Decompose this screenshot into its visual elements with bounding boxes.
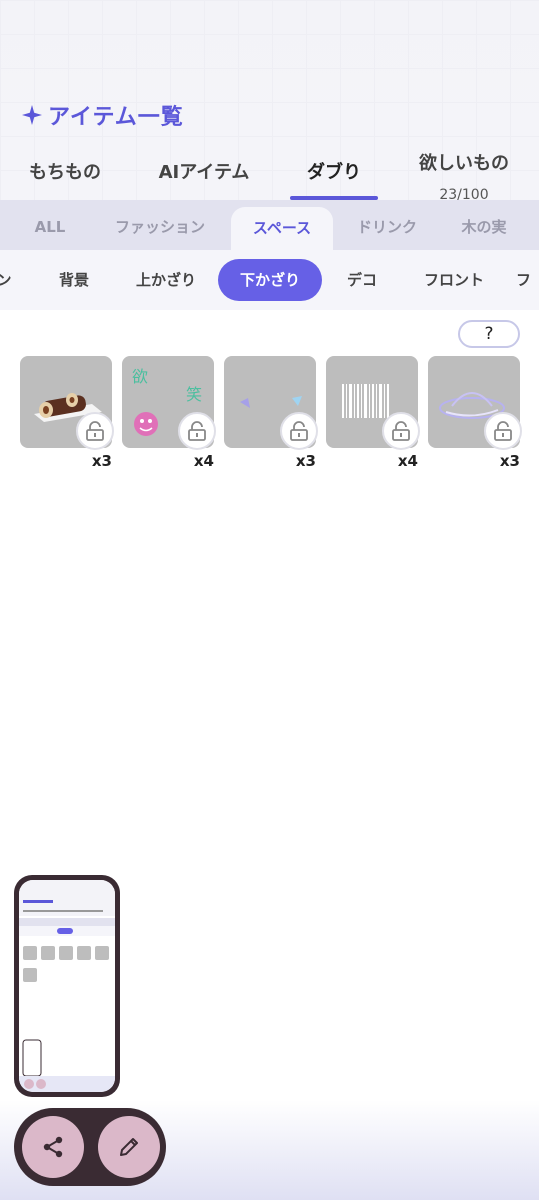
unlock-icon[interactable] — [382, 412, 420, 450]
sparkle-icon — [22, 105, 42, 125]
category-fashion[interactable]: ファッション — [100, 200, 220, 250]
tab-label: AIアイテム — [158, 162, 250, 183]
floating-action-bar — [14, 1108, 166, 1186]
tab-duplicates[interactable]: ダブり — [290, 140, 378, 200]
item-card[interactable]: x3 — [20, 356, 114, 470]
item-count: x4 — [193, 452, 214, 470]
subcategory-deco[interactable]: デコ — [332, 259, 392, 301]
unlock-icon[interactable] — [178, 412, 216, 450]
subcategory-bottom-decor[interactable]: 下かざり — [218, 259, 322, 301]
help-button[interactable]: ? — [458, 320, 520, 348]
category-space[interactable]: スペース — [231, 207, 333, 250]
category-drink[interactable]: ドリンク — [340, 200, 434, 250]
tab-mochimono[interactable]: もちもの — [14, 140, 116, 200]
unlock-icon[interactable] — [484, 412, 522, 450]
unlock-icon[interactable] — [76, 412, 114, 450]
tab-label: ダブり — [307, 162, 361, 183]
item-count: x3 — [91, 452, 112, 470]
subcategory-front[interactable]: フロント — [408, 259, 500, 301]
subcategory-top-decor[interactable]: 上かざり — [122, 259, 210, 301]
subcategory-partial-left[interactable]: ン — [0, 259, 16, 301]
svg-text:笑: 笑 — [186, 385, 202, 404]
item-count: x4 — [397, 452, 418, 470]
edit-button[interactable] — [98, 1116, 160, 1178]
tab-label: もちもの — [29, 162, 101, 183]
item-card[interactable]: 欲 笑 x4 — [122, 356, 216, 470]
item-count: x3 — [499, 452, 520, 470]
subcategory-tabs: ン 背景 上かざり 下かざり デコ フロント フ — [0, 250, 539, 310]
share-icon — [43, 1136, 63, 1158]
item-count: x3 — [295, 452, 316, 470]
preview-miniature — [19, 880, 115, 1092]
tab-wishlist[interactable]: 欲しいもの 23/100 — [405, 140, 523, 203]
main-tabs: もちもの AIアイテム ダブり 欲しいもの 23/100 — [0, 140, 539, 203]
subcategory-background[interactable]: 背景 — [40, 259, 108, 301]
screenshot-preview[interactable] — [14, 875, 120, 1097]
share-button[interactable] — [22, 1116, 84, 1178]
category-nuts[interactable]: 木の実 — [444, 200, 524, 250]
svg-text:欲: 欲 — [132, 367, 148, 386]
pencil-icon — [120, 1138, 138, 1156]
category-all[interactable]: ALL — [10, 200, 90, 250]
unlock-icon[interactable] — [280, 412, 318, 450]
item-card[interactable]: x3 — [428, 356, 522, 470]
page-header: アイテム一覧 — [22, 98, 184, 132]
item-card[interactable]: x3 — [224, 356, 318, 470]
page-title: アイテム一覧 — [48, 105, 184, 130]
preview-screen — [19, 880, 115, 1092]
tab-ai-items[interactable]: AIアイテム — [146, 140, 262, 200]
subcategory-partial-right[interactable]: フ — [516, 259, 539, 301]
category-tabs: ALL ファッション スペース ドリンク 木の実 — [0, 200, 539, 250]
tab-label: 欲しいもの — [419, 153, 509, 174]
item-card[interactable]: x4 — [326, 356, 420, 470]
